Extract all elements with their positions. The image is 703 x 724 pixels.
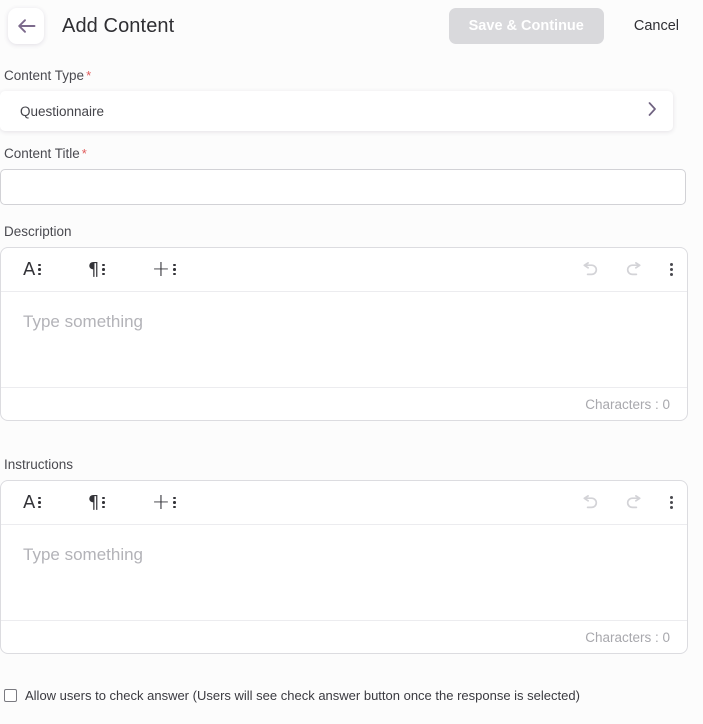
vertical-ellipsis-icon	[669, 262, 673, 277]
instructions-character-count: Characters : 0	[585, 629, 670, 645]
redo-icon[interactable]	[625, 262, 644, 277]
paragraph-style-icon[interactable]: ¶	[87, 258, 105, 280]
required-asterisk: *	[86, 68, 92, 83]
vertical-ellipsis-icon	[38, 263, 41, 276]
vertical-ellipsis-icon	[669, 495, 673, 510]
insert-icon[interactable]: +	[151, 489, 176, 515]
instructions-editor-body[interactable]: Type something	[1, 525, 687, 620]
vertical-ellipsis-icon	[173, 496, 176, 509]
allow-check-answer-checkbox[interactable]	[4, 689, 17, 702]
text-style-icon[interactable]: A	[23, 258, 41, 280]
text-style-icon[interactable]: A	[23, 491, 41, 513]
instructions-field: Instructions A ¶ + Type something Charac…	[0, 457, 688, 654]
undo-icon[interactable]	[580, 495, 599, 510]
paragraph-style-icon[interactable]: ¶	[87, 491, 105, 513]
more-options-icon[interactable]	[669, 495, 673, 510]
instructions-editor-toolbar: A ¶ +	[1, 481, 687, 525]
description-editor: A ¶ + Type something Characters: 0	[0, 247, 688, 421]
back-button[interactable]	[8, 8, 44, 44]
text-style-glyph: A	[23, 258, 36, 280]
chevron-right-icon	[648, 101, 657, 121]
check-answer-row: Allow users to check answer (Users will …	[0, 688, 703, 703]
insert-glyph: +	[151, 489, 171, 515]
redo-icon[interactable]	[625, 495, 644, 510]
page-title: Add Content	[62, 14, 175, 37]
vertical-ellipsis-icon	[173, 263, 176, 276]
undo-icon[interactable]	[580, 262, 599, 277]
allow-check-answer-label: Allow users to check answer (Users will …	[25, 688, 580, 703]
more-options-icon[interactable]	[669, 262, 673, 277]
content-type-label-text: Content Type	[4, 68, 85, 83]
paragraph-glyph: ¶	[87, 491, 100, 513]
save-and-continue-button[interactable]: Save & Continue	[448, 7, 604, 45]
description-editor-body[interactable]: Type something	[1, 292, 687, 387]
content-type-value: Questionnaire	[20, 103, 105, 119]
insert-icon[interactable]: +	[151, 256, 176, 282]
vertical-ellipsis-icon	[38, 496, 41, 509]
instructions-editor-footer: Characters : 0	[1, 620, 687, 653]
paragraph-glyph: ¶	[87, 258, 100, 280]
content-title-label-text: Content Title	[4, 146, 80, 161]
content-type-field: Content Type * Questionnaire	[0, 68, 688, 131]
description-label: Description	[4, 224, 72, 239]
arrow-left-icon	[17, 18, 36, 34]
vertical-ellipsis-icon	[102, 496, 105, 509]
text-style-glyph: A	[23, 491, 36, 513]
vertical-ellipsis-icon	[102, 263, 105, 276]
content-title-label: Content Title *	[4, 146, 686, 161]
description-placeholder: Type something	[23, 312, 144, 331]
description-character-count: Characters : 0	[585, 396, 670, 412]
insert-glyph: +	[151, 256, 171, 282]
content-title-field: Content Title *	[0, 146, 686, 205]
description-editor-toolbar: A ¶ +	[1, 248, 687, 292]
page-header: Add Content Save & Continue Cancel	[0, 0, 703, 52]
instructions-placeholder: Type something	[23, 545, 144, 564]
instructions-label: Instructions	[4, 457, 74, 472]
content-type-select[interactable]: Questionnaire	[0, 91, 673, 131]
instructions-editor: A ¶ + Type something Characters: 0	[0, 480, 688, 654]
description-field: Description A ¶ + Type something Charact…	[0, 224, 688, 421]
required-asterisk: *	[81, 146, 87, 161]
cancel-button[interactable]: Cancel	[628, 17, 685, 35]
content-title-input[interactable]	[0, 169, 686, 205]
content-type-label: Content Type *	[4, 68, 688, 83]
description-editor-footer: Characters : 0	[1, 387, 687, 420]
